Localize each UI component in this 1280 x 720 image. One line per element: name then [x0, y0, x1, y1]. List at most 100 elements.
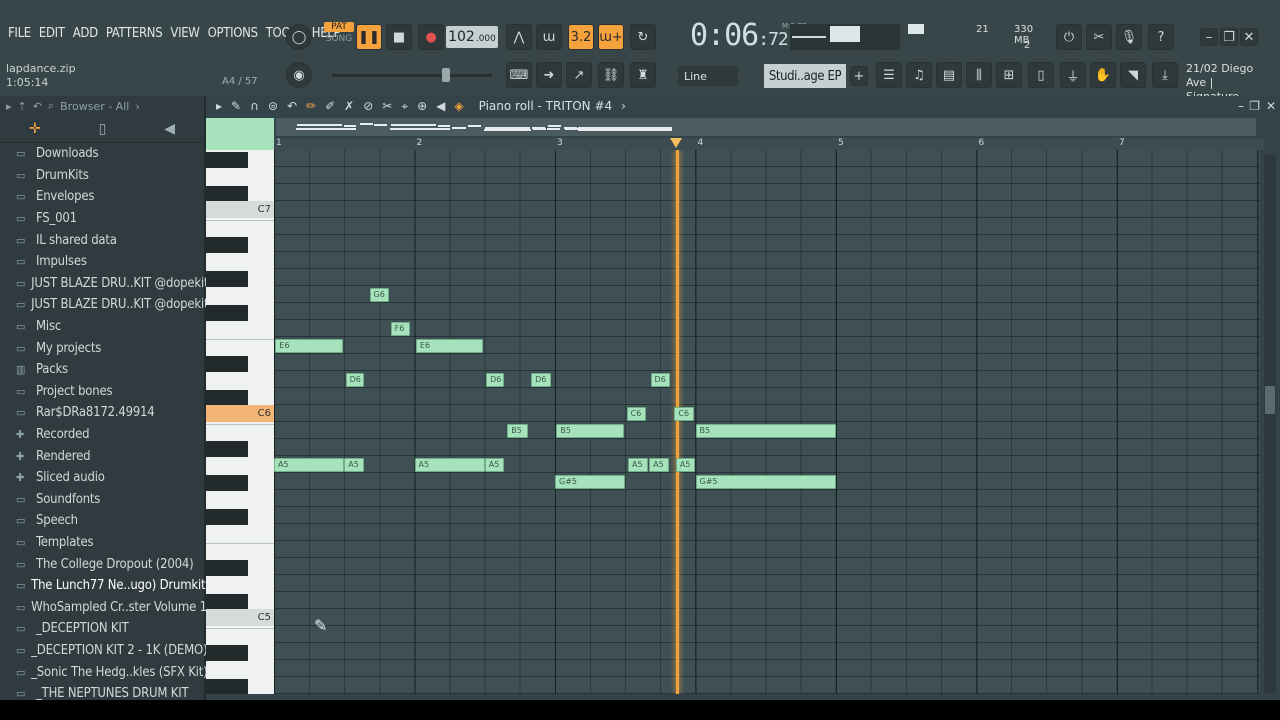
master-slider[interactable]: [332, 68, 492, 82]
all-tab-icon[interactable]: ✛: [29, 121, 41, 137]
minimize-button[interactable]: –: [1200, 28, 1218, 46]
browser-item[interactable]: ▭ DrumKits: [0, 165, 204, 187]
playback-icon[interactable]: ⊜: [268, 99, 278, 113]
note[interactable]: G6: [369, 288, 390, 302]
pencil-icon[interactable]: ✏: [306, 99, 316, 113]
note[interactable]: F6: [390, 322, 411, 336]
pr-close-icon[interactable]: ✕: [1266, 99, 1276, 113]
note[interactable]: G#5: [695, 475, 836, 489]
black-key[interactable]: [206, 390, 248, 406]
select-icon[interactable]: ⌖: [401, 99, 408, 114]
note[interactable]: A5: [484, 458, 505, 472]
metronome-button[interactable]: ⋀: [506, 24, 532, 50]
main-pitch-knob[interactable]: ◉: [286, 62, 312, 88]
slide-button[interactable]: ↗: [566, 62, 592, 88]
note[interactable]: E6: [415, 339, 484, 353]
note-grid[interactable]: G6 F6 E6 E6 D6 D6 D6 D6 C6 C6 B5 B5 B5 A5 A5 A5 A5 A5 A5 A5…: [274, 150, 1260, 694]
menu-patterns[interactable]: PATTERNS: [102, 26, 167, 41]
note[interactable]: A5: [274, 458, 345, 472]
note[interactable]: D6: [650, 373, 671, 387]
black-key[interactable]: [206, 237, 248, 253]
channel-rack-button[interactable]: ▤: [936, 62, 962, 88]
note[interactable]: C6: [626, 407, 647, 421]
note[interactable]: B5: [507, 424, 529, 438]
black-key[interactable]: [206, 679, 248, 694]
browser-item[interactable]: ▥ Packs: [0, 359, 204, 381]
playlist-button[interactable]: ☰: [876, 62, 902, 88]
playhead-marker[interactable]: [669, 138, 682, 148]
browser-item[interactable]: ▭ Misc: [0, 316, 204, 338]
note[interactable]: B5: [695, 424, 836, 438]
help-button[interactable]: ?: [1148, 24, 1174, 50]
mic-input-button[interactable]: ◥: [1120, 62, 1146, 88]
close-button[interactable]: ✕: [1240, 28, 1258, 46]
black-key[interactable]: [206, 305, 248, 321]
note[interactable]: D6: [345, 373, 364, 387]
download-button[interactable]: ⤓: [1152, 62, 1178, 88]
menu-add[interactable]: ADD: [69, 26, 102, 41]
browser-item[interactable]: ▭ _Sonic The Hedg..kles (SFX Kit): [0, 661, 208, 683]
browser-item[interactable]: ▭ _DECEPTION KIT: [0, 618, 204, 640]
paint-icon[interactable]: ✐: [325, 99, 335, 113]
stamp-button[interactable]: ♜: [630, 62, 656, 88]
browser-collapse-icon[interactable]: ⇡: [18, 100, 27, 113]
black-key[interactable]: [206, 594, 248, 610]
master-slider-thumb[interactable]: [442, 68, 450, 82]
pat-song-toggle[interactable]: PAT SONG: [324, 22, 354, 50]
menu-options[interactable]: OPTIONS: [204, 26, 262, 41]
browser-item[interactable]: ▭ The Lunch77 Ne..ugo) Drumkit: [0, 575, 206, 597]
note[interactable]: A5: [414, 458, 485, 472]
slice-icon[interactable]: ✂: [382, 99, 392, 113]
vertical-scrollbar[interactable]: [1264, 154, 1276, 694]
piano-roll-button[interactable]: ♫: [906, 62, 932, 88]
pattern-selector[interactable]: Studi..age EP: [764, 64, 846, 88]
browser-item[interactable]: ▭ _THE NEPTUNES DRUM KIT: [0, 683, 204, 700]
pause-button[interactable]: ❚❚: [356, 24, 382, 50]
note[interactable]: B5: [556, 424, 624, 438]
browser-item[interactable]: ▭ Project bones: [0, 381, 204, 403]
pattern-overview-scrollbar[interactable]: [276, 118, 1256, 136]
black-key[interactable]: [206, 441, 248, 457]
black-key[interactable]: [206, 645, 248, 661]
online-button[interactable]: ⏻: [1056, 24, 1082, 50]
mute-icon[interactable]: ⊘: [363, 99, 373, 113]
black-key[interactable]: [206, 475, 248, 491]
browser-item[interactable]: ▭ Downloads: [0, 143, 204, 165]
note[interactable]: E6: [275, 339, 343, 353]
main-volume-knob[interactable]: ◯: [286, 24, 312, 50]
black-key[interactable]: [206, 560, 248, 576]
undo-icon[interactable]: ↶: [287, 99, 297, 113]
black-key[interactable]: [206, 509, 248, 525]
playhead[interactable]: [675, 150, 679, 694]
menu-view[interactable]: VIEW: [166, 26, 203, 41]
browser-item[interactable]: ▭ WhoSampled Cr..ster Volume 1: [0, 596, 207, 618]
record-button[interactable]: ●: [418, 24, 444, 50]
browser-item[interactable]: ▭ Impulses: [0, 251, 204, 273]
tools-button[interactable]: ✂: [1086, 24, 1112, 50]
browser-item[interactable]: ▭ JUST BLAZE DRU..KIT @dopekit: [0, 294, 209, 316]
browser-item[interactable]: ▭ IL shared data: [0, 229, 204, 251]
note[interactable]: A5: [675, 458, 696, 472]
search-icon[interactable]: ⌕: [48, 99, 54, 113]
options-arrow-icon[interactable]: ▸: [216, 99, 222, 113]
snap-select[interactable]: Line: [678, 66, 738, 86]
browser-item[interactable]: ▭ Speech: [0, 510, 204, 532]
pr-minimize-icon[interactable]: –: [1238, 99, 1244, 113]
browser-button[interactable]: ▯: [1028, 62, 1054, 88]
note[interactable]: A5: [628, 458, 648, 472]
project-tree-button[interactable]: ⊞: [996, 62, 1022, 88]
vertical-scroll-thumb[interactable]: [1265, 386, 1275, 414]
time-ruler[interactable]: 1 2 3 4 5 6 7: [274, 138, 1264, 150]
note[interactable]: D6: [486, 373, 505, 387]
black-key[interactable]: [206, 186, 248, 202]
note[interactable]: A5: [344, 458, 364, 472]
note[interactable]: C6: [674, 407, 695, 421]
browser-item[interactable]: ▭ Soundfonts: [0, 489, 204, 511]
loop-record-button[interactable]: ↻: [630, 24, 656, 50]
mixer-button[interactable]: ⫼: [966, 62, 992, 88]
typing-keyboard-button[interactable]: ⌨: [506, 62, 532, 88]
browser-item[interactable]: ▭ _DECEPTION KIT 2 - 1K (DEMO): [0, 640, 208, 662]
browser-menu-icon[interactable]: ▸: [6, 100, 12, 113]
note-preview-tab[interactable]: [206, 118, 274, 150]
note[interactable]: G#5: [555, 475, 626, 489]
